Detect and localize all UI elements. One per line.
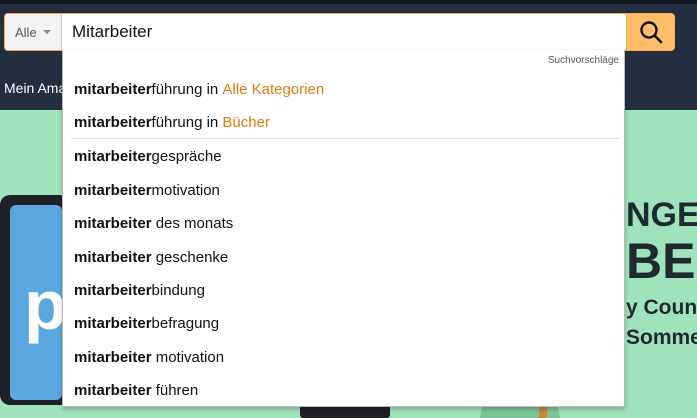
- suggestion-item[interactable]: mitarbeiter motivation: [74, 177, 619, 203]
- suggestion-category-item[interactable]: mitarbeiter führung in Bücher: [74, 109, 619, 135]
- banner-headline-2: BEI: [626, 233, 697, 289]
- search-scope-dropdown[interactable]: Alle: [5, 14, 62, 50]
- suggestion-item[interactable]: mitarbeiter motivation: [74, 344, 619, 370]
- suggestion-header: Suchvorschläge: [547, 55, 619, 66]
- suggestion-match: mitarbeiter: [74, 113, 152, 131]
- suggestion-match: mitarbeiter: [74, 348, 152, 366]
- suggestion-item[interactable]: mitarbeiter gespräche: [74, 143, 619, 169]
- search-input[interactable]: [63, 14, 626, 50]
- banner-headline-1: NGE: [626, 196, 697, 234]
- suggestion-item[interactable]: mitarbeiter geschenke: [74, 244, 619, 270]
- search-scope-label: Alle: [15, 24, 37, 40]
- header-strip: [0, 0, 697, 4]
- suggestion-rest: motivation: [151, 181, 220, 199]
- suggestion-rest: führen: [151, 381, 199, 399]
- suggestion-category: Bücher: [222, 113, 270, 131]
- banner-subline-2: Sommer: [626, 326, 697, 349]
- suggestion-category-item[interactable]: mitarbeiter führung in Alle Kategorien: [74, 76, 619, 102]
- suggestion-match: mitarbeiter: [74, 181, 152, 199]
- suggestion-rest: befragung: [151, 314, 220, 332]
- suggestion-rest: des monats: [151, 214, 234, 232]
- suggestion-rest: gespräche: [151, 147, 222, 165]
- banner-tablet-letter: p: [24, 266, 67, 344]
- suggestion-category: Alle Kategorien: [222, 80, 325, 98]
- suggestion-dropdown: Suchvorschläge mitarbeiter führung in All…: [62, 50, 625, 407]
- suggestion-rest: führung in: [151, 113, 223, 131]
- suggestion-match: mitarbeiter: [74, 381, 152, 399]
- suggestion-rest: führung in: [151, 80, 223, 98]
- suggestion-rest: bindung: [151, 281, 205, 299]
- suggestion-item[interactable]: mitarbeiter befragung: [74, 310, 619, 336]
- suggestion-item[interactable]: mitarbeiter des monats: [74, 210, 619, 236]
- suggestion-match: mitarbeiter: [74, 80, 152, 98]
- suggestion-rest: geschenke: [151, 248, 229, 266]
- nav-link-account[interactable]: Mein Amazon: [4, 80, 64, 96]
- suggestion-match: mitarbeiter: [74, 281, 152, 299]
- suggestion-divider: [71, 138, 619, 139]
- search-icon: [640, 21, 663, 44]
- suggestion-item[interactable]: mitarbeiter führen: [74, 377, 619, 403]
- suggestion-match: mitarbeiter: [74, 147, 152, 165]
- suggestion-match: mitarbeiter: [74, 214, 152, 232]
- search-bar: Alle: [4, 13, 675, 51]
- search-button[interactable]: [626, 14, 674, 50]
- suggestion-item[interactable]: mitarbeiter bindung: [74, 277, 619, 303]
- suggestion-match: mitarbeiter: [74, 314, 152, 332]
- suggestion-match: mitarbeiter: [74, 248, 152, 266]
- chevron-down-icon: [42, 30, 51, 34]
- banner-subline-1: y Counte: [626, 296, 697, 319]
- suggestion-rest: motivation: [151, 348, 225, 366]
